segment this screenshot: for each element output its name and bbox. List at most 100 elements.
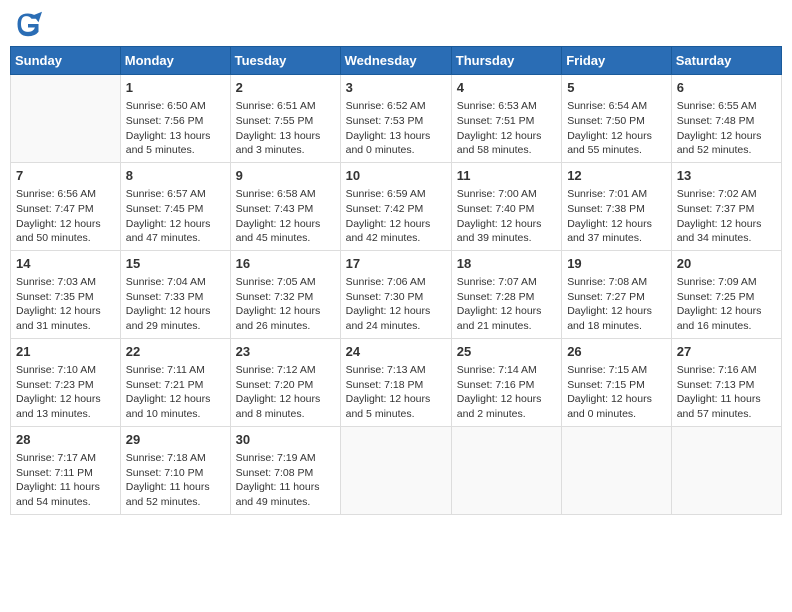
day-number: 16 [236,255,335,273]
day-number: 3 [346,79,446,97]
calendar-day-cell: 10 Sunrise: 6:59 AMSunset: 7:42 PMDayligh… [340,162,451,250]
calendar-day-cell: 26Sunrise: 7:15 AMSunset: 7:15 PMDayligh… [562,338,672,426]
day-info: Sunrise: 7:11 AMSunset: 7:21 PMDaylight:… [126,363,225,422]
day-info: Sunrise: 7:17 AMSunset: 7:11 PMDaylight:… [16,451,115,510]
day-info: Sunrise: 6:50 AMSunset: 7:56 PMDaylight:… [126,99,225,158]
calendar-day-cell: 22 Sunrise: 7:11 AMSunset: 7:21 PMDayligh… [120,338,230,426]
day-number: 18 [457,255,556,273]
day-number: 11 [457,167,556,185]
calendar-day-cell: 18Sunrise: 7:07 AMSunset: 7:28 PMDayligh… [451,250,561,338]
calendar-day-cell: 23 Sunrise: 7:12 AMSunset: 7:20 PMDayligh… [230,338,340,426]
calendar-day-cell: 13Sunrise: 7:02 AMSunset: 7:37 PMDayligh… [671,162,781,250]
day-number: 23 [236,343,335,361]
day-number: 9 [236,167,335,185]
day-number: 17 [346,255,446,273]
day-info: Sunrise: 7:08 AMSunset: 7:27 PMDaylight:… [567,275,666,334]
day-info: Sunrise: 7:01 AMSunset: 7:38 PMDaylight:… [567,187,666,246]
day-number: 8 [126,167,225,185]
day-info: Sunrise: 7:09 AMSunset: 7:25 PMDaylight:… [677,275,776,334]
day-number: 12 [567,167,666,185]
day-number: 20 [677,255,776,273]
day-info: Sunrise: 6:54 AMSunset: 7:50 PMDaylight:… [567,99,666,158]
calendar-day-cell: 3 Sunrise: 6:52 AMSunset: 7:53 PMDaylight… [340,75,451,163]
day-number: 10 [346,167,446,185]
calendar-day-cell: 29 Sunrise: 7:18 AMSunset: 7:10 PMDayligh… [120,426,230,514]
day-number: 30 [236,431,335,449]
day-info: Sunrise: 6:58 AMSunset: 7:43 PMDaylight:… [236,187,335,246]
calendar-day-cell: 25 Sunrise: 7:14 AMSunset: 7:16 PMDayligh… [451,338,561,426]
day-number: 14 [16,255,115,273]
day-number: 4 [457,79,556,97]
calendar-day-cell: 2Sunrise: 6:51 AMSunset: 7:55 PMDaylight… [230,75,340,163]
day-number: 22 [126,343,225,361]
day-info: Sunrise: 7:10 AMSunset: 7:23 PMDaylight:… [16,363,115,422]
calendar-week-row: 7Sunrise: 6:56 AMSunset: 7:47 PMDaylight… [11,162,782,250]
calendar-day-cell: 27 Sunrise: 7:16 AMSunset: 7:13 PMDayligh… [671,338,781,426]
day-number: 24 [346,343,446,361]
calendar-header-row: SundayMondayTuesdayWednesdayThursdayFrid… [11,47,782,75]
day-info: Sunrise: 7:06 AMSunset: 7:30 PMDaylight:… [346,275,446,334]
calendar-day-cell [11,75,121,163]
day-info: Sunrise: 6:52 AMSunset: 7:53 PMDaylight:… [346,99,446,158]
weekday-header: Thursday [451,47,561,75]
day-info: Sunrise: 7:05 AMSunset: 7:32 PMDaylight:… [236,275,335,334]
calendar-day-cell: 6 Sunrise: 6:55 AMSunset: 7:48 PMDaylight… [671,75,781,163]
calendar-day-cell: 21Sunrise: 7:10 AMSunset: 7:23 PMDayligh… [11,338,121,426]
day-info: Sunrise: 6:59 AMSunset: 7:42 PMDaylight:… [346,187,446,246]
calendar-day-cell: 19 Sunrise: 7:08 AMSunset: 7:27 PMDayligh… [562,250,672,338]
day-info: Sunrise: 7:13 AMSunset: 7:18 PMDaylight:… [346,363,446,422]
day-number: 27 [677,343,776,361]
calendar-day-cell [562,426,672,514]
calendar-day-cell: 8 Sunrise: 6:57 AMSunset: 7:45 PMDaylight… [120,162,230,250]
calendar-day-cell: 4Sunrise: 6:53 AMSunset: 7:51 PMDaylight… [451,75,561,163]
weekday-header: Saturday [671,47,781,75]
day-info: Sunrise: 7:18 AMSunset: 7:10 PMDaylight:… [126,451,225,510]
day-number: 7 [16,167,115,185]
day-number: 26 [567,343,666,361]
day-info: Sunrise: 6:57 AMSunset: 7:45 PMDaylight:… [126,187,225,246]
logo [14,10,46,38]
calendar-week-row: 1Sunrise: 6:50 AMSunset: 7:56 PMDaylight… [11,75,782,163]
day-info: Sunrise: 7:03 AMSunset: 7:35 PMDaylight:… [16,275,115,334]
calendar-day-cell: 20 Sunrise: 7:09 AMSunset: 7:25 PMDayligh… [671,250,781,338]
day-number: 5 [567,79,666,97]
day-number: 6 [677,79,776,97]
weekday-header: Monday [120,47,230,75]
calendar-day-cell: 7Sunrise: 6:56 AMSunset: 7:47 PMDaylight… [11,162,121,250]
day-number: 29 [126,431,225,449]
day-info: Sunrise: 7:16 AMSunset: 7:13 PMDaylight:… [677,363,776,422]
calendar-day-cell: 9 Sunrise: 6:58 AMSunset: 7:43 PMDaylight… [230,162,340,250]
page-header [10,10,782,38]
calendar-day-cell: 1Sunrise: 6:50 AMSunset: 7:56 PMDaylight… [120,75,230,163]
day-number: 2 [236,79,335,97]
calendar-day-cell: 24 Sunrise: 7:13 AMSunset: 7:18 PMDayligh… [340,338,451,426]
day-info: Sunrise: 7:14 AMSunset: 7:16 PMDaylight:… [457,363,556,422]
day-info: Sunrise: 6:55 AMSunset: 7:48 PMDaylight:… [677,99,776,158]
day-number: 15 [126,255,225,273]
calendar-day-cell: 15 Sunrise: 7:04 AMSunset: 7:33 PMDayligh… [120,250,230,338]
calendar-day-cell: 30 Sunrise: 7:19 AMSunset: 7:08 PMDayligh… [230,426,340,514]
calendar-day-cell [340,426,451,514]
calendar-day-cell: 14 Sunrise: 7:03 AMSunset: 7:35 PMDayligh… [11,250,121,338]
calendar-day-cell: 11 Sunrise: 7:00 AMSunset: 7:40 PMDayligh… [451,162,561,250]
weekday-header: Tuesday [230,47,340,75]
day-info: Sunrise: 7:19 AMSunset: 7:08 PMDaylight:… [236,451,335,510]
day-info: Sunrise: 7:00 AMSunset: 7:40 PMDaylight:… [457,187,556,246]
day-info: Sunrise: 7:04 AMSunset: 7:33 PMDaylight:… [126,275,225,334]
calendar-day-cell: 28 Sunrise: 7:17 AMSunset: 7:11 PMDayligh… [11,426,121,514]
weekday-header: Wednesday [340,47,451,75]
day-number: 19 [567,255,666,273]
calendar-day-cell: 16 Sunrise: 7:05 AMSunset: 7:32 PMDayligh… [230,250,340,338]
calendar-week-row: 28 Sunrise: 7:17 AMSunset: 7:11 PMDayligh… [11,426,782,514]
logo-icon [14,10,42,38]
calendar: SundayMondayTuesdayWednesdayThursdayFrid… [10,46,782,515]
calendar-week-row: 14 Sunrise: 7:03 AMSunset: 7:35 PMDayligh… [11,250,782,338]
calendar-day-cell [671,426,781,514]
weekday-header: Friday [562,47,672,75]
day-number: 25 [457,343,556,361]
day-number: 28 [16,431,115,449]
calendar-day-cell: 12 Sunrise: 7:01 AMSunset: 7:38 PMDayligh… [562,162,672,250]
day-info: Sunrise: 7:12 AMSunset: 7:20 PMDaylight:… [236,363,335,422]
day-number: 13 [677,167,776,185]
calendar-week-row: 21Sunrise: 7:10 AMSunset: 7:23 PMDayligh… [11,338,782,426]
